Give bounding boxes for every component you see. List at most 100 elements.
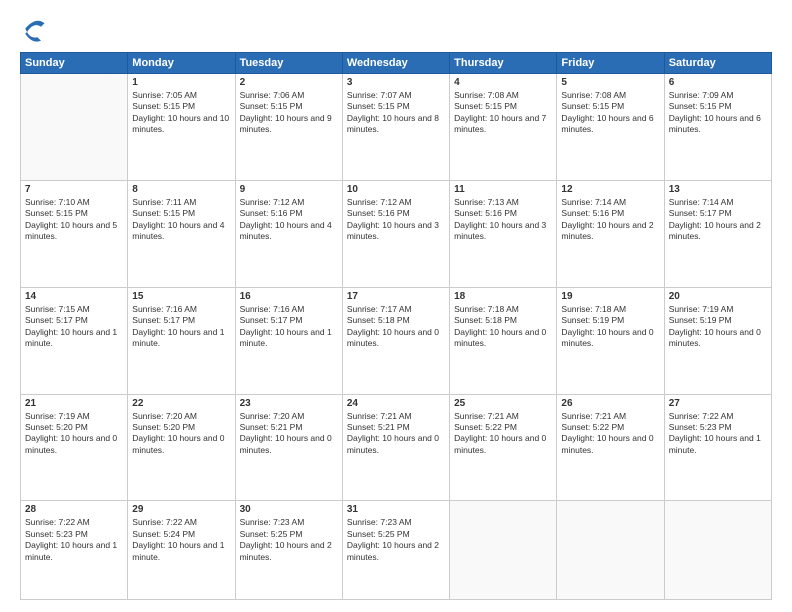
- calendar-cell: 1 Sunrise: 7:05 AMSunset: 5:15 PMDaylight…: [128, 74, 235, 181]
- day-number: 8: [132, 184, 230, 195]
- day-number: 30: [240, 504, 338, 515]
- day-info: Sunrise: 7:08 AMSunset: 5:15 PMDaylight:…: [454, 90, 552, 136]
- day-number: 23: [240, 398, 338, 409]
- calendar-cell: 12 Sunrise: 7:14 AMSunset: 5:16 PMDayligh…: [557, 180, 664, 287]
- day-number: 16: [240, 291, 338, 302]
- day-number: 28: [25, 504, 123, 515]
- calendar-cell: 22 Sunrise: 7:20 AMSunset: 5:20 PMDayligh…: [128, 394, 235, 501]
- day-number: 22: [132, 398, 230, 409]
- day-number: 29: [132, 504, 230, 515]
- page: SundayMondayTuesdayWednesdayThursdayFrid…: [0, 0, 792, 612]
- weekday-header-tuesday: Tuesday: [235, 53, 342, 74]
- day-info: Sunrise: 7:15 AMSunset: 5:17 PMDaylight:…: [25, 304, 123, 350]
- day-info: Sunrise: 7:10 AMSunset: 5:15 PMDaylight:…: [25, 197, 123, 243]
- day-info: Sunrise: 7:22 AMSunset: 5:24 PMDaylight:…: [132, 517, 230, 563]
- day-number: 12: [561, 184, 659, 195]
- calendar-cell: 18 Sunrise: 7:18 AMSunset: 5:18 PMDayligh…: [450, 287, 557, 394]
- day-number: 26: [561, 398, 659, 409]
- day-number: 19: [561, 291, 659, 302]
- day-info: Sunrise: 7:16 AMSunset: 5:17 PMDaylight:…: [132, 304, 230, 350]
- day-number: 6: [669, 77, 767, 88]
- day-number: 3: [347, 77, 445, 88]
- day-info: Sunrise: 7:14 AMSunset: 5:17 PMDaylight:…: [669, 197, 767, 243]
- logo: [20, 18, 52, 46]
- calendar-week-row: 14 Sunrise: 7:15 AMSunset: 5:17 PMDayligh…: [21, 287, 772, 394]
- day-info: Sunrise: 7:16 AMSunset: 5:17 PMDaylight:…: [240, 304, 338, 350]
- day-info: Sunrise: 7:22 AMSunset: 5:23 PMDaylight:…: [25, 517, 123, 563]
- calendar-week-row: 7 Sunrise: 7:10 AMSunset: 5:15 PMDaylight…: [21, 180, 772, 287]
- calendar-cell: 5 Sunrise: 7:08 AMSunset: 5:15 PMDaylight…: [557, 74, 664, 181]
- day-number: 5: [561, 77, 659, 88]
- calendar-cell: 25 Sunrise: 7:21 AMSunset: 5:22 PMDayligh…: [450, 394, 557, 501]
- calendar-cell: 27 Sunrise: 7:22 AMSunset: 5:23 PMDayligh…: [664, 394, 771, 501]
- day-info: Sunrise: 7:08 AMSunset: 5:15 PMDaylight:…: [561, 90, 659, 136]
- calendar-cell: [664, 501, 771, 600]
- day-number: 10: [347, 184, 445, 195]
- day-info: Sunrise: 7:20 AMSunset: 5:21 PMDaylight:…: [240, 411, 338, 457]
- day-number: 21: [25, 398, 123, 409]
- day-info: Sunrise: 7:23 AMSunset: 5:25 PMDaylight:…: [347, 517, 445, 563]
- calendar-cell: 26 Sunrise: 7:21 AMSunset: 5:22 PMDayligh…: [557, 394, 664, 501]
- weekday-header-friday: Friday: [557, 53, 664, 74]
- calendar-cell: 16 Sunrise: 7:16 AMSunset: 5:17 PMDayligh…: [235, 287, 342, 394]
- calendar-table: SundayMondayTuesdayWednesdayThursdayFrid…: [20, 52, 772, 600]
- weekday-header-saturday: Saturday: [664, 53, 771, 74]
- day-info: Sunrise: 7:06 AMSunset: 5:15 PMDaylight:…: [240, 90, 338, 136]
- day-info: Sunrise: 7:05 AMSunset: 5:15 PMDaylight:…: [132, 90, 230, 136]
- calendar-week-row: 1 Sunrise: 7:05 AMSunset: 5:15 PMDaylight…: [21, 74, 772, 181]
- logo-icon: [20, 18, 48, 46]
- day-number: 27: [669, 398, 767, 409]
- calendar-cell: 13Sunrise: 7:14 AMSunset: 5:17 PMDayligh…: [664, 180, 771, 287]
- calendar-cell: 31 Sunrise: 7:23 AMSunset: 5:25 PMDayligh…: [342, 501, 449, 600]
- day-info: Sunrise: 7:21 AMSunset: 5:22 PMDaylight:…: [561, 411, 659, 457]
- day-number: 2: [240, 77, 338, 88]
- calendar-week-row: 28 Sunrise: 7:22 AMSunset: 5:23 PMDayligh…: [21, 501, 772, 600]
- day-info: Sunrise: 7:13 AMSunset: 5:16 PMDaylight:…: [454, 197, 552, 243]
- calendar-cell: 30 Sunrise: 7:23 AMSunset: 5:25 PMDayligh…: [235, 501, 342, 600]
- weekday-header-row: SundayMondayTuesdayWednesdayThursdayFrid…: [21, 53, 772, 74]
- day-info: Sunrise: 7:22 AMSunset: 5:23 PMDaylight:…: [669, 411, 767, 457]
- day-number: 20: [669, 291, 767, 302]
- calendar-cell: [450, 501, 557, 600]
- day-info: Sunrise: 7:21 AMSunset: 5:22 PMDaylight:…: [454, 411, 552, 457]
- day-info: Sunrise: 7:23 AMSunset: 5:25 PMDaylight:…: [240, 517, 338, 563]
- day-info: Sunrise: 7:18 AMSunset: 5:19 PMDaylight:…: [561, 304, 659, 350]
- day-info: Sunrise: 7:11 AMSunset: 5:15 PMDaylight:…: [132, 197, 230, 243]
- day-number: 18: [454, 291, 552, 302]
- day-number: 31: [347, 504, 445, 515]
- day-number: 11: [454, 184, 552, 195]
- weekday-header-thursday: Thursday: [450, 53, 557, 74]
- calendar-cell: 21 Sunrise: 7:19 AMSunset: 5:20 PMDayligh…: [21, 394, 128, 501]
- weekday-header-monday: Monday: [128, 53, 235, 74]
- weekday-header-wednesday: Wednesday: [342, 53, 449, 74]
- calendar-cell: 15 Sunrise: 7:16 AMSunset: 5:17 PMDayligh…: [128, 287, 235, 394]
- calendar-cell: 7 Sunrise: 7:10 AMSunset: 5:15 PMDaylight…: [21, 180, 128, 287]
- day-number: 7: [25, 184, 123, 195]
- day-number: 4: [454, 77, 552, 88]
- calendar-cell: 11 Sunrise: 7:13 AMSunset: 5:16 PMDayligh…: [450, 180, 557, 287]
- day-info: Sunrise: 7:19 AMSunset: 5:20 PMDaylight:…: [25, 411, 123, 457]
- calendar-week-row: 21 Sunrise: 7:19 AMSunset: 5:20 PMDayligh…: [21, 394, 772, 501]
- day-number: 25: [454, 398, 552, 409]
- day-number: 14: [25, 291, 123, 302]
- calendar-cell: 19 Sunrise: 7:18 AMSunset: 5:19 PMDayligh…: [557, 287, 664, 394]
- day-info: Sunrise: 7:20 AMSunset: 5:20 PMDaylight:…: [132, 411, 230, 457]
- calendar-cell: 10 Sunrise: 7:12 AMSunset: 5:16 PMDayligh…: [342, 180, 449, 287]
- day-number: 15: [132, 291, 230, 302]
- day-number: 17: [347, 291, 445, 302]
- calendar-cell: [21, 74, 128, 181]
- calendar-cell: 14 Sunrise: 7:15 AMSunset: 5:17 PMDayligh…: [21, 287, 128, 394]
- calendar-cell: 4 Sunrise: 7:08 AMSunset: 5:15 PMDaylight…: [450, 74, 557, 181]
- day-info: Sunrise: 7:18 AMSunset: 5:18 PMDaylight:…: [454, 304, 552, 350]
- calendar-cell: 9Sunrise: 7:12 AMSunset: 5:16 PMDaylight…: [235, 180, 342, 287]
- day-info: Sunrise: 7:21 AMSunset: 5:21 PMDaylight:…: [347, 411, 445, 457]
- day-info: Sunrise: 7:17 AMSunset: 5:18 PMDaylight:…: [347, 304, 445, 350]
- header: [20, 18, 772, 46]
- day-info: Sunrise: 7:12 AMSunset: 5:16 PMDaylight:…: [240, 197, 338, 243]
- day-info: Sunrise: 7:09 AMSunset: 5:15 PMDaylight:…: [669, 90, 767, 136]
- calendar-cell: 2 Sunrise: 7:06 AMSunset: 5:15 PMDaylight…: [235, 74, 342, 181]
- day-info: Sunrise: 7:12 AMSunset: 5:16 PMDaylight:…: [347, 197, 445, 243]
- day-number: 1: [132, 77, 230, 88]
- day-info: Sunrise: 7:19 AMSunset: 5:19 PMDaylight:…: [669, 304, 767, 350]
- day-info: Sunrise: 7:14 AMSunset: 5:16 PMDaylight:…: [561, 197, 659, 243]
